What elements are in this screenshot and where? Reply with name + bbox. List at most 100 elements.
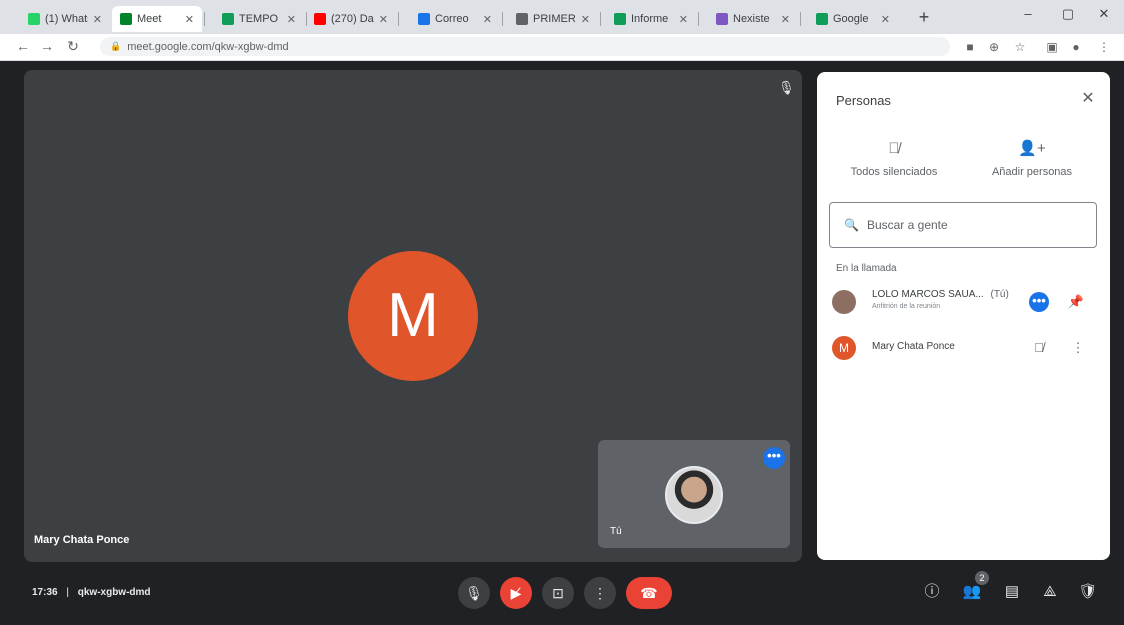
browser-tab[interactable]: Correo ✕ bbox=[410, 6, 500, 32]
participant-role: Anfitrión de la reunión bbox=[872, 303, 941, 310]
kebab-menu-icon[interactable]: ⋮ bbox=[1068, 338, 1088, 358]
tab-label: (1) WhatsApp bbox=[45, 13, 88, 25]
camera-icon[interactable]: ■ bbox=[962, 39, 978, 55]
browser-tab[interactable]: (1) WhatsApp ✕ bbox=[20, 6, 110, 32]
tab-close-icon[interactable]: ✕ bbox=[93, 13, 102, 26]
tab-favicon-icon bbox=[418, 13, 430, 25]
tab-separator bbox=[204, 12, 205, 26]
tab-close-icon[interactable]: ✕ bbox=[287, 13, 296, 26]
participant-row[interactable]: M Mary Chata Ponce 🎙̸ ⋮ bbox=[830, 330, 1100, 366]
tab-label: Correo bbox=[435, 13, 469, 25]
browser-tab[interactable]: TEMPO ✕ bbox=[214, 6, 304, 32]
tab-close-icon[interactable]: ✕ bbox=[581, 13, 590, 26]
avatar: M bbox=[832, 336, 856, 360]
mute-all-button[interactable]: 🎙̸ Todos silenciados bbox=[834, 138, 954, 178]
tab-label: (270) Dan bbox=[331, 13, 374, 25]
activities-icon[interactable]: ⟁ bbox=[1038, 580, 1062, 604]
add-people-label: Añadir personas bbox=[991, 166, 1073, 178]
participant-name: Mary Chata Ponce bbox=[872, 341, 955, 352]
browser-tab[interactable]: Informe ✕ bbox=[606, 6, 696, 32]
url-text: meet.google.com/qkw-xgbw-dmd bbox=[127, 40, 289, 53]
more-options-icon[interactable]: ••• bbox=[763, 447, 785, 469]
browser-tab[interactable]: (270) Dan ✕ bbox=[306, 6, 396, 32]
star-icon[interactable]: ☆ bbox=[1012, 39, 1028, 55]
person-add-icon: 👤+ bbox=[1018, 140, 1046, 157]
browser-tab[interactable]: Nexiste ✕ bbox=[708, 6, 798, 32]
tab-separator bbox=[800, 12, 801, 26]
profile-icon[interactable]: ● bbox=[1068, 39, 1084, 55]
you-tag: (Tú) bbox=[990, 289, 1009, 300]
chat-icon[interactable]: ▤ bbox=[1000, 580, 1024, 604]
tab-close-icon[interactable]: ✕ bbox=[185, 13, 194, 26]
add-people-button[interactable]: 👤+ Añadir personas bbox=[972, 138, 1092, 178]
browser-menu-icon[interactable]: ⋮ bbox=[1096, 39, 1112, 55]
search-people-input[interactable]: 🔍 Buscar a gente bbox=[829, 202, 1097, 248]
lock-icon: 🔒 bbox=[110, 41, 122, 51]
tab-label: Google bbox=[833, 13, 869, 25]
tab-close-icon[interactable]: ✕ bbox=[483, 13, 492, 26]
extension-icon[interactable]: ▣ bbox=[1044, 39, 1060, 55]
end-call-button[interactable]: ☎ bbox=[626, 577, 672, 609]
back-icon[interactable]: ← bbox=[14, 37, 32, 55]
tab-favicon-icon bbox=[314, 13, 326, 25]
close-window-button[interactable]: ✕ bbox=[1092, 4, 1116, 24]
maximize-button[interactable]: ▢ bbox=[1056, 4, 1080, 24]
self-label: Tú bbox=[610, 526, 622, 537]
search-icon: 🔍 bbox=[844, 218, 859, 232]
tab-separator bbox=[502, 12, 503, 26]
present-button[interactable]: ⊡ bbox=[542, 577, 574, 609]
url-field[interactable]: 🔒 meet.google.com/qkw-xgbw-dmd bbox=[100, 37, 950, 56]
participant-count-badge: 2 bbox=[975, 571, 989, 585]
close-icon[interactable]: ✕ bbox=[1078, 89, 1098, 109]
security-icon[interactable]: 🛡 bbox=[1076, 580, 1100, 604]
tab-label: Informe bbox=[631, 13, 669, 25]
self-avatar bbox=[665, 466, 723, 524]
tab-favicon-icon bbox=[614, 13, 626, 25]
panel-title: Personas bbox=[836, 93, 891, 108]
meeting-code: qkw-xgbw-dmd bbox=[77, 587, 151, 598]
avatar bbox=[832, 290, 856, 314]
participant-name: LOLO MARCOS SAUA... (Tú) bbox=[872, 289, 1009, 300]
pin-icon[interactable]: 📌 bbox=[1066, 292, 1086, 312]
more-options-button[interactable]: ⋮ bbox=[584, 577, 616, 609]
tab-separator bbox=[698, 12, 699, 26]
camera-off-button[interactable]: ▶̸ bbox=[500, 577, 532, 609]
browser-tab[interactable]: Google ✕ bbox=[808, 6, 898, 32]
search-placeholder: Buscar a gente bbox=[866, 218, 948, 232]
minimize-button[interactable]: – bbox=[1016, 4, 1040, 24]
zoom-icon[interactable]: ⊕ bbox=[986, 39, 1002, 55]
tab-favicon-icon bbox=[516, 13, 528, 25]
mic-off-icon: 🎙̸ bbox=[888, 140, 900, 157]
mic-icon: 🎙 bbox=[778, 80, 795, 95]
mic-button[interactable]: 🎙 bbox=[458, 577, 490, 609]
browser-tab[interactable]: PRIMER ✕ bbox=[508, 6, 598, 32]
new-tab-button[interactable]: + bbox=[914, 6, 934, 28]
tab-close-icon[interactable]: ✕ bbox=[881, 13, 890, 26]
forward-icon[interactable]: → bbox=[38, 37, 56, 55]
section-header: En la llamada bbox=[836, 263, 897, 274]
tab-close-icon[interactable]: ✕ bbox=[379, 13, 388, 26]
tab-close-icon[interactable]: ✕ bbox=[679, 13, 688, 26]
clock-time: 17:36 bbox=[32, 587, 58, 598]
tab-close-icon[interactable]: ✕ bbox=[781, 13, 790, 26]
tab-favicon-icon bbox=[816, 13, 828, 25]
speaker-name: Mary Chata Ponce bbox=[34, 534, 130, 546]
address-bar-row: ← → ↻ 🔒 meet.google.com/qkw-xgbw-dmd ■ ⊕… bbox=[0, 34, 1124, 61]
tab-label: Nexiste bbox=[733, 13, 770, 25]
tab-label: PRIMER bbox=[533, 13, 576, 25]
more-options-icon[interactable]: ••• bbox=[1029, 292, 1049, 312]
mic-off-icon[interactable]: 🎙̸ bbox=[1029, 338, 1049, 358]
tab-favicon-icon bbox=[716, 13, 728, 25]
tab-separator bbox=[398, 12, 399, 26]
reload-icon[interactable]: ↻ bbox=[64, 37, 82, 55]
tab-favicon-icon bbox=[222, 13, 234, 25]
tab-separator bbox=[600, 12, 601, 26]
tab-favicon-icon bbox=[120, 13, 132, 25]
browser-tab[interactable]: Meet ✕ bbox=[112, 6, 202, 32]
tab-favicon-icon bbox=[28, 13, 40, 25]
tab-label: TEMPO bbox=[239, 13, 279, 25]
mute-all-label: Todos silenciados bbox=[850, 166, 938, 178]
info-icon[interactable]: ⓘ bbox=[920, 580, 944, 604]
participant-row[interactable]: LOLO MARCOS SAUA... (Tú) Anfitrión de la… bbox=[830, 284, 1100, 320]
speaker-avatar: M bbox=[348, 251, 478, 381]
